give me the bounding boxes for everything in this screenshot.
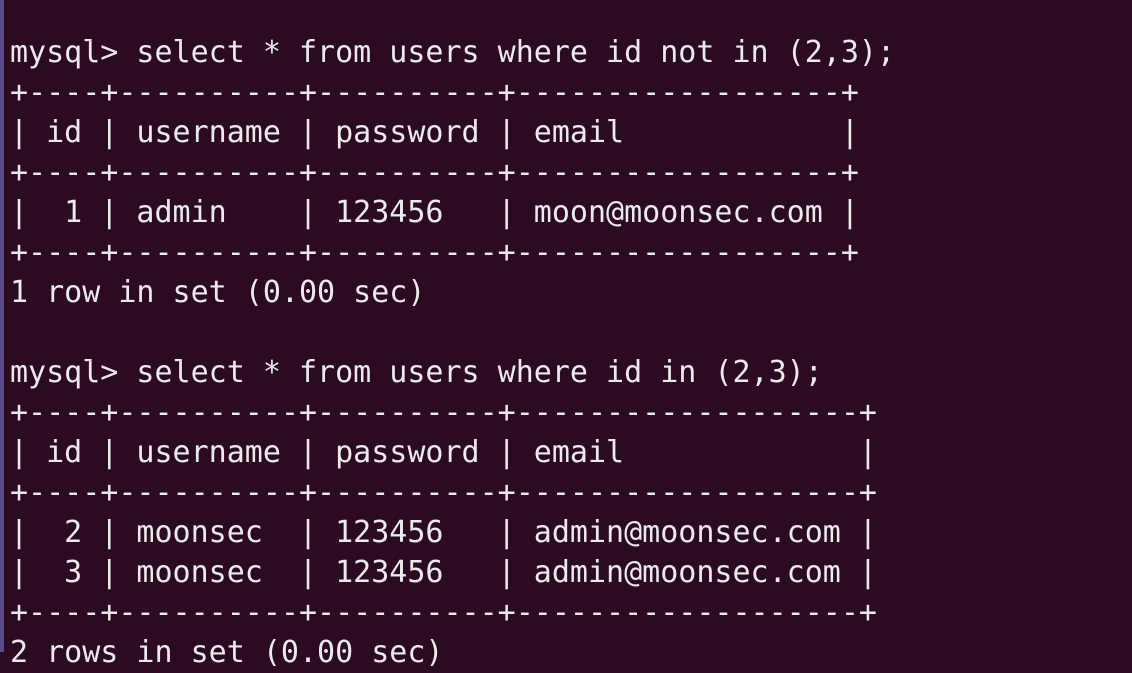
terminal-line-table-header: | id | username | password | email | <box>10 435 877 470</box>
terminal-line-table-row: | 3 | moonsec | 123456 | admin@moonsec.c… <box>10 555 877 590</box>
terminal-line-result-summary: 2 rows in set (0.00 sec) <box>10 635 444 670</box>
terminal-line-table-border: +----+----------+----------+------------… <box>10 155 859 190</box>
terminal-line-table-header: | id | username | password | email | <box>10 115 859 150</box>
terminal-line-table-border: +----+----------+----------+------------… <box>10 595 877 630</box>
terminal-line-table-border: +----+----------+----------+------------… <box>10 395 877 430</box>
terminal-line-result-summary: 1 row in set (0.00 sec) <box>10 275 426 310</box>
terminal-line-table-border: +----+----------+----------+------------… <box>10 475 877 510</box>
terminal-line-table-row: | 2 | moonsec | 123456 | admin@moonsec.c… <box>10 515 877 550</box>
terminal-output[interactable]: mysql> select * from users where id not … <box>10 33 895 673</box>
terminal-line-prompt-1: mysql> select * from users where id not … <box>10 35 896 70</box>
terminal-line-prompt-2: mysql> select * from users where id in (… <box>10 355 823 390</box>
window-left-edge <box>0 0 4 652</box>
terminal-line-table-border: +----+----------+----------+------------… <box>10 75 859 110</box>
terminal-line-table-border: +----+----------+----------+------------… <box>10 235 859 270</box>
terminal-line-table-row: | 1 | admin | 123456 | moon@moonsec.com … <box>10 195 859 230</box>
